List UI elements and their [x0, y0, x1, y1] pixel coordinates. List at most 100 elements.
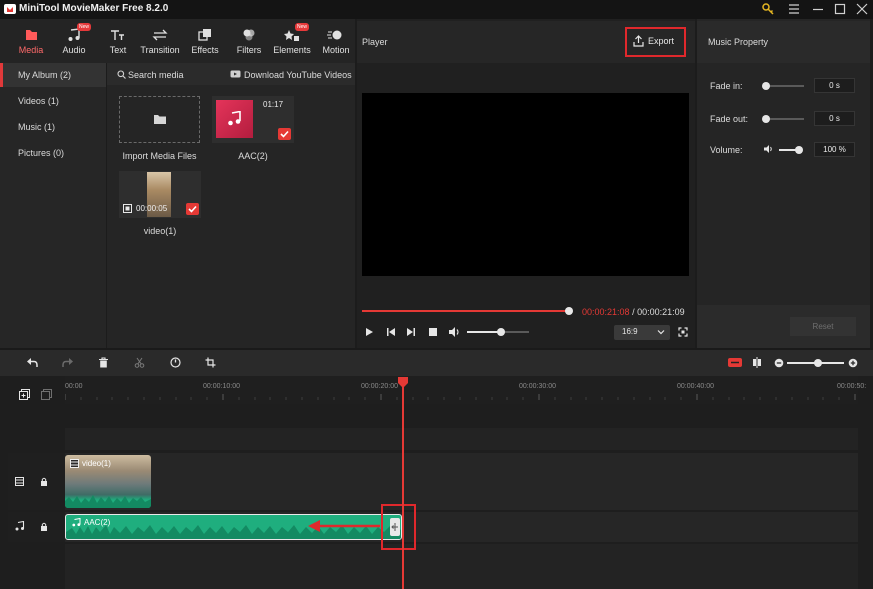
maximize-icon[interactable]	[829, 0, 851, 19]
tab-motion[interactable]: Motion	[315, 19, 357, 63]
crop-icon[interactable]	[205, 357, 216, 368]
volume-icon[interactable]	[448, 326, 461, 338]
volume-label: Volume:	[710, 145, 743, 155]
tab-elements[interactable]: New Elements	[271, 19, 313, 63]
tab-text[interactable]: Text	[97, 19, 139, 63]
empty-track	[65, 428, 858, 450]
delete-icon[interactable]	[98, 357, 109, 368]
import-media-tile[interactable]	[119, 96, 200, 143]
media-item-video[interactable]: 00:00:05	[119, 171, 201, 218]
export-label: Export	[648, 36, 675, 46]
timeline-ruler[interactable]: 00:00 00:00:10:00 00:00:20:00 00:00:30:0…	[65, 376, 866, 404]
motion-icon	[315, 28, 357, 42]
aspect-ratio-value: 16:9	[622, 327, 638, 336]
fade-out-slider[interactable]	[766, 118, 804, 120]
property-volume-handle[interactable]	[795, 146, 803, 154]
app-title: MiniTool MovieMaker Free 8.2.0	[19, 3, 169, 14]
video-preview[interactable]	[362, 93, 689, 276]
player-volume-fill	[467, 331, 502, 333]
music-note-icon	[15, 521, 25, 531]
volume-value[interactable]: 100 %	[814, 142, 855, 157]
fade-in-handle[interactable]	[762, 82, 770, 90]
checkmark-icon[interactable]	[186, 203, 199, 215]
add-track-icon[interactable]	[19, 389, 30, 400]
speed-icon[interactable]	[170, 357, 181, 368]
next-frame-icon[interactable]	[406, 327, 416, 337]
tab-media[interactable]: Media	[10, 19, 52, 63]
search-media-link[interactable]: Search media	[128, 70, 184, 80]
tab-effects[interactable]: Effects	[184, 19, 226, 63]
scissors-icon[interactable]	[134, 357, 145, 368]
fade-in-value[interactable]: 0 s	[814, 78, 855, 93]
transition-icon	[139, 28, 181, 42]
playback-handle[interactable]	[565, 307, 573, 315]
audio-thumbnail	[216, 100, 253, 138]
album-item-my-album[interactable]: My Album (2)	[0, 63, 106, 87]
time-display: 00:00:21:08 / 00:00:21:09	[582, 307, 685, 317]
zoom-in-icon[interactable]	[848, 358, 858, 368]
ruler-tick-label: 00:00:30:00	[519, 383, 556, 390]
media-item-name: video(1)	[143, 226, 177, 236]
album-item-videos[interactable]: Videos (1)	[0, 89, 106, 113]
filters-icon	[228, 28, 270, 42]
tab-audio[interactable]: New Audio	[53, 19, 95, 63]
playback-progress	[362, 310, 569, 312]
playhead[interactable]	[402, 381, 404, 589]
checkmark-icon[interactable]	[278, 128, 291, 140]
media-item-aac[interactable]: 01:17	[212, 96, 294, 143]
property-title: Music Property	[708, 37, 769, 47]
video-clip[interactable]: video(1)	[65, 455, 151, 508]
new-badge: New	[295, 23, 310, 31]
fullscreen-icon[interactable]	[678, 327, 688, 337]
fade-out-value[interactable]: 0 s	[814, 111, 855, 126]
effects-icon	[184, 28, 226, 42]
ruler-tick-label: 00:00:20:00	[361, 383, 398, 390]
zoom-out-icon[interactable]	[774, 358, 784, 368]
fade-in-label: Fade in:	[710, 81, 743, 91]
tab-motion-label: Motion	[322, 45, 350, 55]
reset-button[interactable]: Reset	[790, 317, 856, 336]
ruler-tick-label: 00:00:50:	[837, 383, 867, 390]
ruler-tick-label: 00:00:10:00	[203, 383, 240, 390]
folder-icon	[153, 113, 167, 125]
music-note-icon	[72, 518, 81, 527]
lock-icon[interactable]	[40, 522, 48, 531]
fade-out-label: Fade out:	[710, 114, 749, 124]
redo-icon[interactable]	[62, 357, 74, 368]
tab-filters[interactable]: Filters	[228, 19, 270, 63]
audio-mixer-icon[interactable]	[728, 358, 742, 367]
playhead-handle[interactable]	[398, 377, 408, 388]
lock-icon[interactable]	[40, 477, 48, 486]
film-icon	[70, 459, 79, 468]
film-icon	[15, 477, 24, 486]
fade-in-slider[interactable]	[766, 85, 804, 87]
key-icon[interactable]	[758, 0, 780, 19]
current-time: 00:00:21:08	[582, 307, 630, 317]
ruler-tick-label: 00:00	[65, 383, 83, 390]
minimize-icon[interactable]	[807, 0, 829, 19]
close-icon[interactable]	[851, 0, 873, 19]
album-item-music[interactable]: Music (1)	[0, 115, 106, 139]
property-panel	[697, 19, 870, 348]
fade-out-handle[interactable]	[762, 115, 770, 123]
play-icon[interactable]	[364, 327, 374, 337]
tab-transition[interactable]: Transition	[139, 19, 181, 63]
volume-icon	[763, 144, 774, 154]
undo-icon[interactable]	[26, 357, 38, 368]
aspect-ratio-select[interactable]: 16:9	[614, 325, 670, 340]
download-youtube-link[interactable]: Download YouTube Videos	[244, 70, 352, 80]
download-icon[interactable]	[230, 70, 241, 79]
export-button[interactable]: Export	[631, 33, 681, 51]
album-item-pictures[interactable]: Pictures (0)	[0, 141, 106, 165]
player-title: Player	[362, 37, 388, 47]
import-media-label: Import Media Files	[122, 151, 197, 161]
previous-frame-icon[interactable]	[386, 327, 396, 337]
playback-track[interactable]	[362, 310, 569, 312]
menu-icon[interactable]	[783, 0, 805, 19]
search-icon[interactable]	[117, 70, 126, 79]
text-icon	[97, 28, 139, 42]
snap-icon[interactable]	[752, 357, 762, 368]
copy-track-icon[interactable]	[41, 389, 52, 400]
ruler-tick-label: 00:00:40:00	[677, 383, 714, 390]
stop-icon[interactable]	[428, 327, 438, 337]
